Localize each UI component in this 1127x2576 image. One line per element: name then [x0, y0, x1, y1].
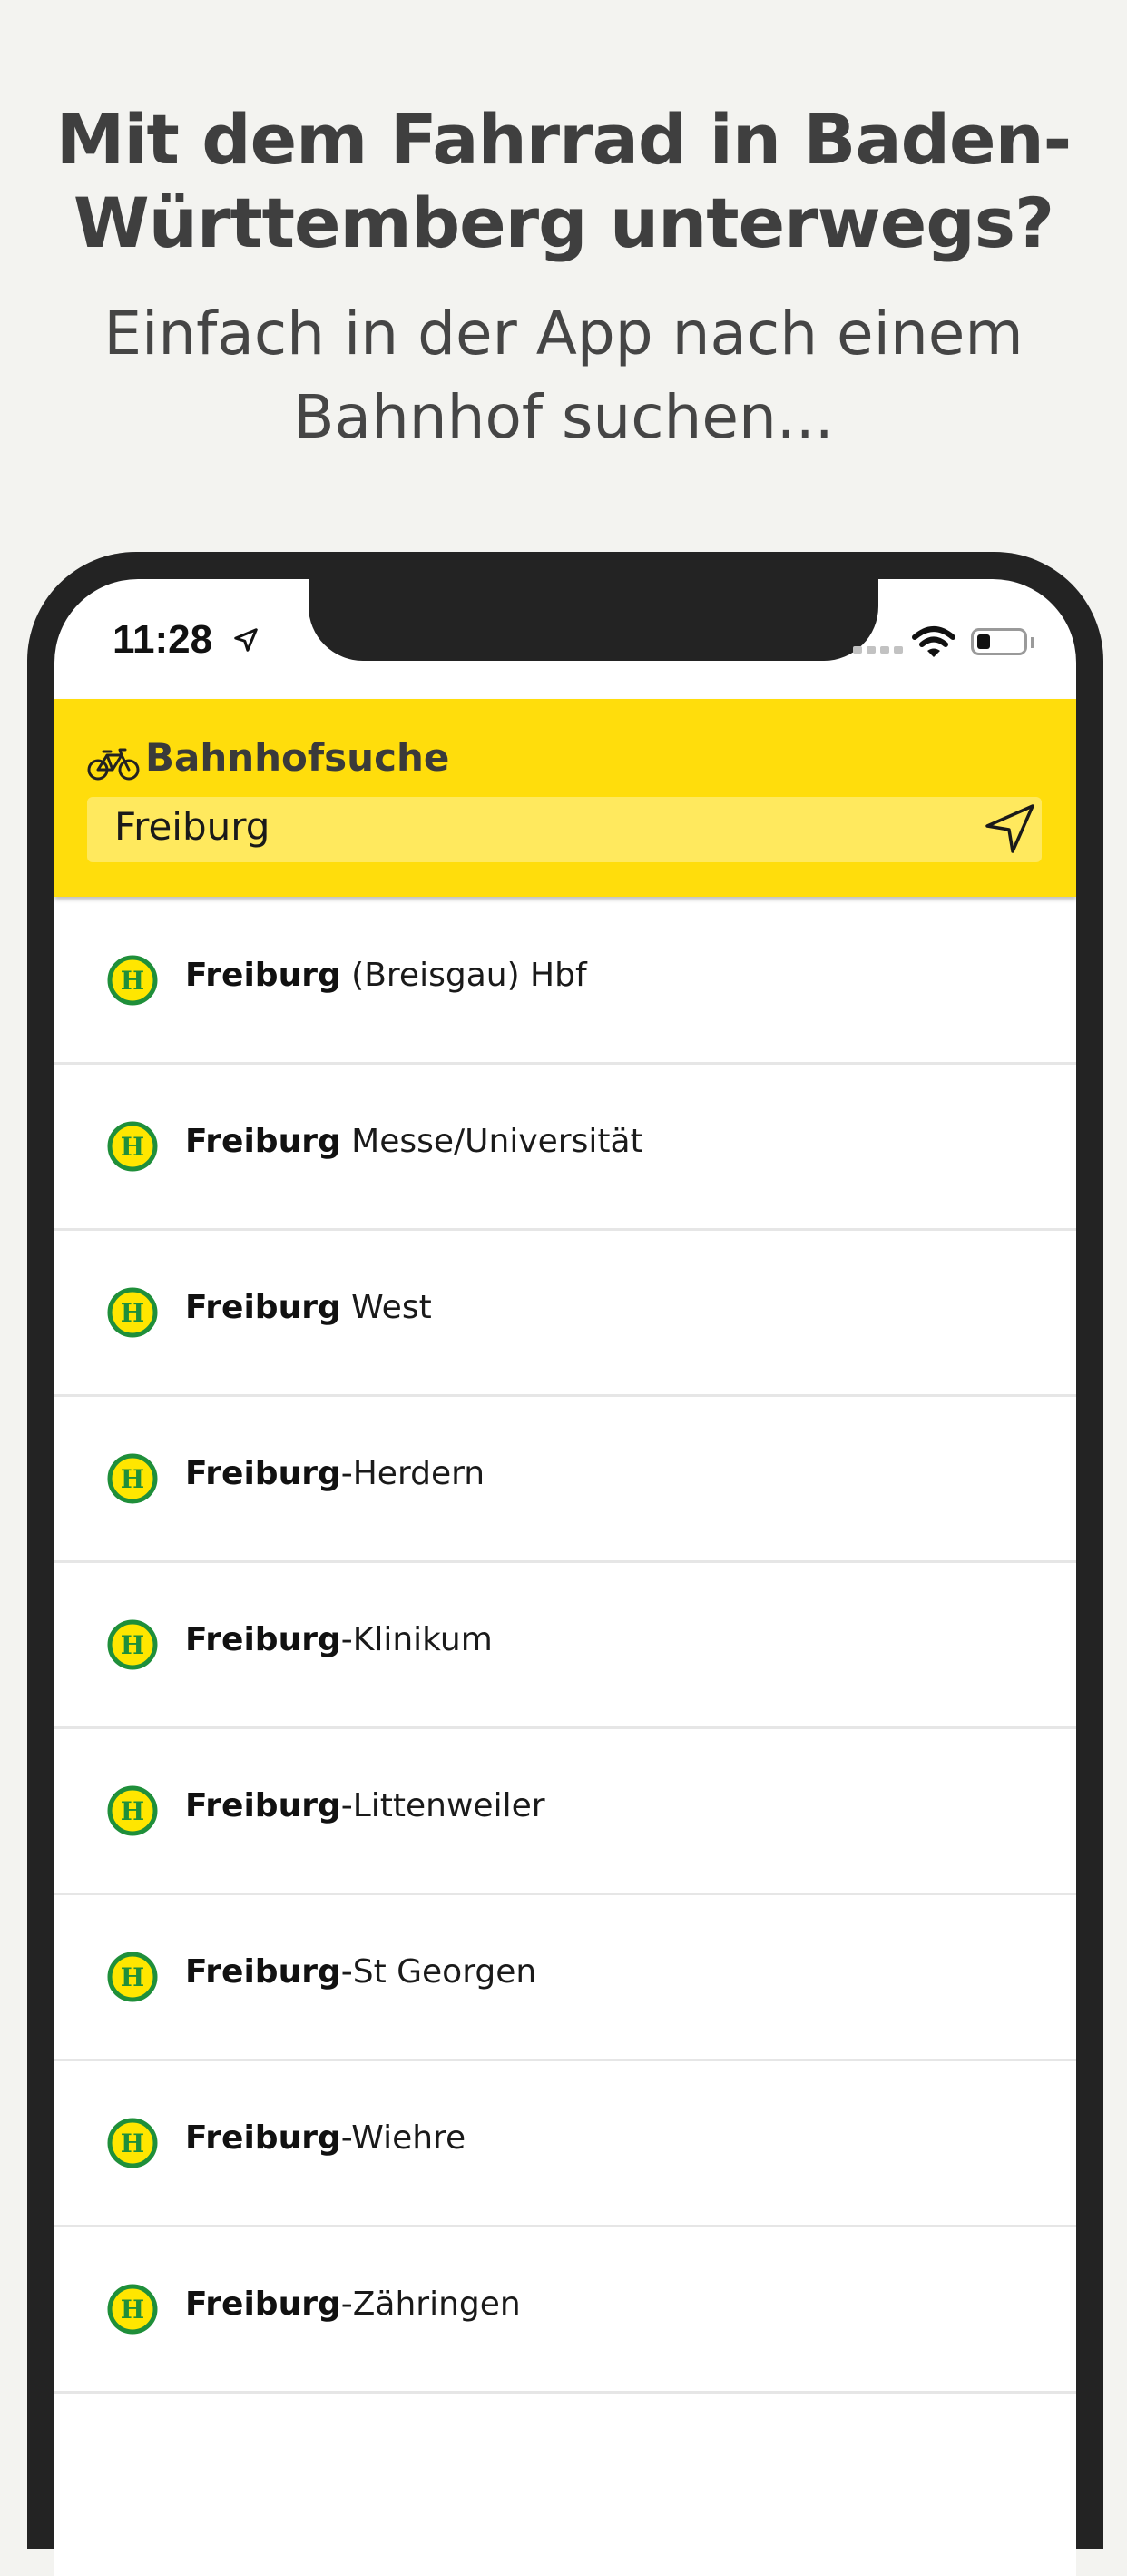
station-name-rest: -Zähringen	[340, 2286, 521, 2323]
station-name: Freiburg-Klinikum	[185, 1621, 493, 1658]
svg-text:H: H	[121, 2129, 144, 2158]
station-name-rest: -Herdern	[340, 1455, 485, 1492]
station-row[interactable]: H Freiburg (Breisgau) Hbf	[54, 899, 1076, 1065]
phone-screen: 11:28 Bahnhofsuche Freiburg H Freiburg (…	[54, 579, 1076, 2576]
station-name-match: Freiburg	[185, 957, 341, 994]
station-name-match: Freiburg	[185, 1787, 341, 1824]
station-name-rest: -Littenweiler	[340, 1787, 545, 1824]
station-row[interactable]: H Freiburg-Littenweiler	[54, 1729, 1076, 1895]
headline-line-2: Württemberg unterwegs?	[73, 182, 1054, 263]
station-row[interactable]: H Freiburg-Wiehre	[54, 2061, 1076, 2227]
cellular-signal-icon	[853, 646, 903, 654]
phone-notch	[309, 579, 878, 661]
station-row[interactable]: H Freiburg Messe/Universität	[54, 1065, 1076, 1231]
station-name-match: Freiburg	[185, 1123, 341, 1160]
bus-stop-h-icon: H	[107, 1952, 158, 2002]
station-name: Freiburg (Breisgau) Hbf	[185, 957, 587, 994]
station-name-rest: -Klinikum	[340, 1621, 493, 1658]
svg-text:H: H	[121, 1298, 144, 1328]
station-results-list: H Freiburg (Breisgau) Hbf H Freiburg Mes…	[54, 899, 1076, 2394]
search-input[interactable]: Freiburg	[87, 797, 1042, 862]
station-name-rest: Messe/Universität	[340, 1123, 643, 1160]
station-name-rest: -Wiehre	[340, 2119, 466, 2157]
bus-stop-h-icon: H	[107, 1121, 158, 1172]
promo-headline: Mit dem Fahrrad in Baden- Württemberg un…	[0, 98, 1127, 265]
svg-text:H: H	[121, 2295, 144, 2325]
bus-stop-h-icon: H	[107, 1619, 158, 1670]
station-name: Freiburg-Wiehre	[185, 2119, 466, 2157]
location-arrow-icon	[234, 628, 258, 652]
svg-text:H: H	[121, 1796, 144, 1826]
app-header: Bahnhofsuche Freiburg	[54, 699, 1076, 897]
station-name: Freiburg-Littenweiler	[185, 1787, 545, 1824]
bus-stop-h-icon: H	[107, 1785, 158, 1836]
station-name-match: Freiburg	[185, 1621, 341, 1658]
station-row[interactable]: H Freiburg-St Georgen	[54, 1895, 1076, 2061]
svg-text:H: H	[121, 1962, 144, 1992]
bus-stop-h-icon: H	[107, 2118, 158, 2168]
subline-line-2: Bahnhof suchen...	[293, 382, 834, 452]
station-name-match: Freiburg	[185, 1455, 341, 1492]
station-name: Freiburg-Zähringen	[185, 2286, 521, 2323]
svg-text:H: H	[121, 1630, 144, 1660]
svg-text:H: H	[121, 966, 144, 996]
bus-stop-h-icon: H	[107, 2284, 158, 2335]
app-title: Bahnhofsuche	[145, 735, 450, 780]
battery-icon	[971, 628, 1027, 655]
status-time: 11:28	[113, 617, 213, 662]
station-name: Freiburg West	[185, 1289, 432, 1326]
station-row[interactable]: H Freiburg West	[54, 1231, 1076, 1397]
svg-text:H: H	[121, 1464, 144, 1494]
phone-frame: 11:28 Bahnhofsuche Freiburg H Freiburg (…	[27, 552, 1103, 2576]
headline-line-1: Mit dem Fahrrad in Baden-	[55, 99, 1072, 180]
station-row[interactable]: H Freiburg-Zähringen	[54, 2227, 1076, 2394]
search-input-value: Freiburg	[114, 804, 270, 849]
station-name: Freiburg Messe/Universität	[185, 1123, 643, 1160]
subline-line-1: Einfach in der App nach einem	[103, 299, 1024, 369]
promo-subline: Einfach in der App nach einem Bahnhof su…	[0, 292, 1127, 459]
bus-stop-h-icon: H	[107, 955, 158, 1006]
station-name-rest: (Breisgau) Hbf	[340, 957, 587, 994]
station-name-match: Freiburg	[185, 1289, 341, 1326]
navigation-arrow-icon[interactable]	[980, 799, 1040, 859]
wifi-icon	[912, 626, 956, 657]
bus-stop-h-icon: H	[107, 1453, 158, 1504]
battery-cap	[1031, 637, 1034, 648]
station-name-rest: West	[340, 1289, 432, 1326]
station-row[interactable]: H Freiburg-Klinikum	[54, 1563, 1076, 1729]
station-name-match: Freiburg	[185, 2119, 341, 2157]
bus-stop-h-icon: H	[107, 1287, 158, 1338]
bicycle-icon	[87, 748, 140, 781]
station-name: Freiburg-Herdern	[185, 1455, 485, 1492]
station-row[interactable]: H Freiburg-Herdern	[54, 1397, 1076, 1563]
station-name-match: Freiburg	[185, 2286, 341, 2323]
station-name: Freiburg-St Georgen	[185, 1953, 536, 1991]
station-name-match: Freiburg	[185, 1953, 341, 1991]
svg-text:H: H	[121, 1132, 144, 1162]
station-name-rest: -St Georgen	[340, 1953, 537, 1991]
